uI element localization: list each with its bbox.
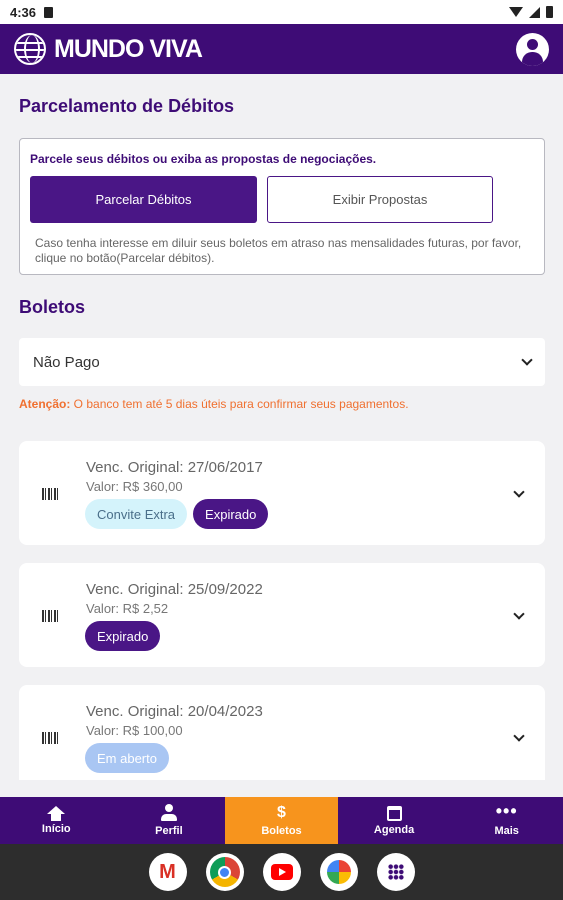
boleto-card[interactable]: Venc. Original: 20/04/2023 Valor: R$ 100… — [19, 685, 545, 780]
status-filter-select[interactable]: Não Pago — [19, 338, 545, 386]
nav-boletos[interactable]: $ Boletos — [225, 797, 338, 844]
debts-panel: Parcele seus débitos ou exiba as propost… — [19, 138, 545, 275]
nav-agenda[interactable]: Agenda — [338, 797, 451, 844]
sd-card-icon — [44, 6, 54, 18]
status-time: 4:36 — [10, 4, 37, 20]
battery-icon — [546, 6, 553, 18]
warning-label: Atenção: — [19, 397, 71, 411]
boleto-amount: Valor: R$ 2,52 — [86, 601, 169, 616]
payment-warning: Atenção: O banco tem até 5 dias úteis pa… — [19, 397, 409, 411]
gmail-app-icon[interactable]: M — [148, 853, 187, 891]
boleto-amount: Valor: R$ 360,00 — [86, 479, 183, 494]
chevron-down-icon — [521, 354, 533, 366]
barcode-icon — [42, 732, 60, 744]
status-filter-value: Não Pago — [33, 353, 100, 371]
boleto-amount: Valor: R$ 100,00 — [86, 723, 183, 738]
boletos-section-title: Boletos — [19, 297, 86, 317]
globe-logo-icon — [14, 33, 46, 65]
boleto-card[interactable]: Venc. Original: 27/06/2017 Valor: R$ 360… — [19, 441, 545, 545]
boleto-due-date: Venc. Original: 25/09/2022 — [86, 581, 263, 598]
boleto-badges: Em aberto — [85, 743, 169, 773]
debts-intro-text: Parcele seus débitos ou exiba as propost… — [30, 152, 377, 166]
status-icons — [509, 6, 553, 18]
nav-label: Agenda — [373, 823, 415, 836]
main-content[interactable]: Parcelamento de Débitos Parcele seus déb… — [0, 74, 563, 780]
expand-chevron-icon[interactable] — [513, 730, 525, 742]
boleto-badges: Expirado — [85, 621, 161, 651]
barcode-icon — [42, 610, 60, 622]
photos-app-icon[interactable] — [319, 853, 358, 891]
home-icon — [47, 806, 66, 821]
debts-note-text: Caso tenha interesse em diluir seus bole… — [35, 236, 522, 265]
nav-perfil[interactable]: Perfil — [113, 797, 226, 844]
user-icon — [160, 804, 177, 822]
boleto-due-date: Venc. Original: 27/06/2017 — [86, 459, 263, 476]
nav-mais[interactable]: ••• Mais — [450, 797, 563, 844]
status-bar: 4:36 — [0, 0, 563, 24]
calendar-icon — [386, 805, 402, 821]
badge-expirado: Expirado — [85, 621, 161, 651]
expand-chevron-icon[interactable] — [513, 486, 525, 498]
wifi-icon — [509, 7, 523, 17]
barcode-icon — [42, 488, 60, 500]
dollar-icon: $ — [277, 804, 286, 821]
debts-section-title: Parcelamento de Débitos — [19, 96, 235, 116]
badge-em-aberto: Em aberto — [85, 743, 169, 773]
signal-icon — [529, 6, 540, 18]
warning-text: O banco tem até 5 dias úteis para confir… — [70, 397, 409, 411]
badge-convite-extra: Convite Extra — [85, 499, 188, 529]
exibir-propostas-button[interactable]: Exibir Propostas — [267, 176, 493, 223]
nav-label: Boletos — [261, 825, 302, 837]
nav-label: Início — [41, 823, 71, 835]
app-header: MUNDO VIVA — [0, 24, 563, 74]
brand-logo-text: MUNDO VIVA — [54, 34, 203, 63]
boleto-due-date: Venc. Original: 20/04/2023 — [86, 703, 263, 720]
badge-expirado: Expirado — [193, 499, 269, 529]
youtube-app-icon[interactable] — [262, 853, 301, 891]
parcelar-debitos-button[interactable]: Parcelar Débitos — [30, 176, 257, 223]
profile-avatar-button[interactable] — [516, 32, 549, 66]
system-dock: M — [0, 844, 563, 900]
nav-label: Perfil — [155, 825, 183, 837]
nav-label: Mais — [494, 825, 519, 837]
app-drawer-icon[interactable] — [376, 853, 415, 891]
bottom-navigation: Início Perfil $ Boletos Agenda ••• Mais — [0, 797, 563, 844]
boleto-card[interactable]: Venc. Original: 25/09/2022 Valor: R$ 2,5… — [19, 563, 545, 667]
nav-inicio[interactable]: Início — [0, 797, 113, 844]
chrome-app-icon[interactable] — [205, 853, 244, 891]
expand-chevron-icon[interactable] — [513, 608, 525, 620]
more-icon: ••• — [495, 801, 518, 821]
boleto-badges: Convite Extra Expirado — [85, 499, 269, 529]
